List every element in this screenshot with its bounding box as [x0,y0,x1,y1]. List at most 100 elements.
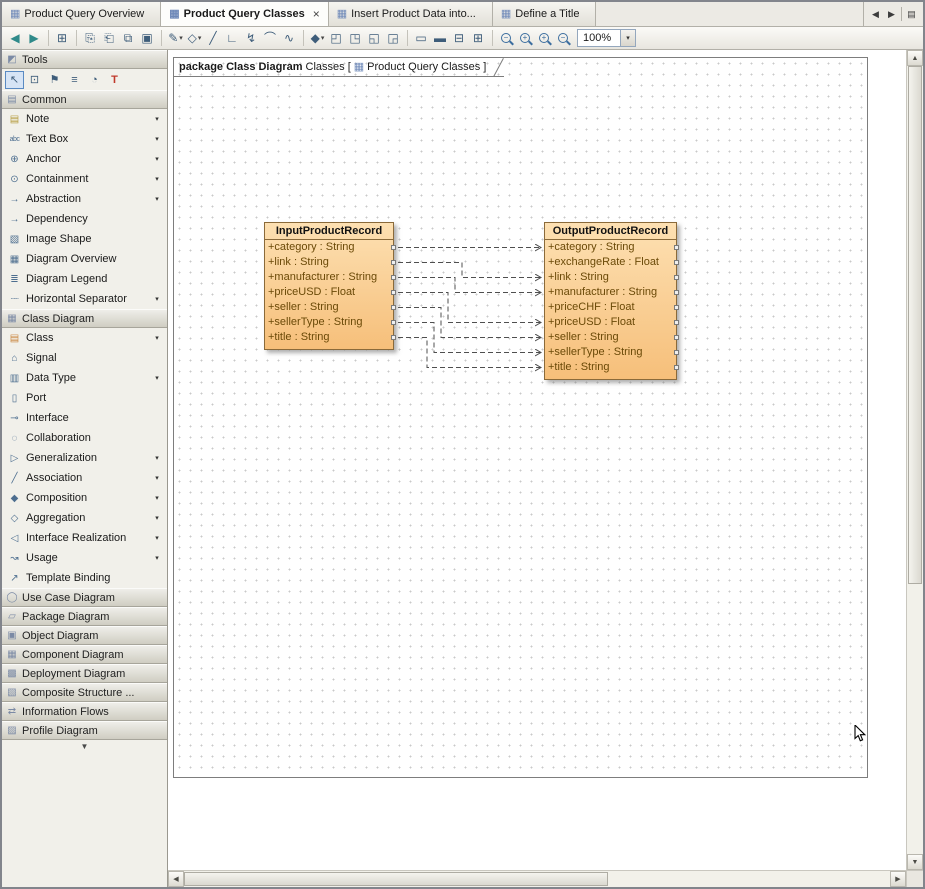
palette-item[interactable]: ┄┄ Horizontal Separator ▾ [2,289,167,309]
class-attribute[interactable]: +seller : String [545,330,676,345]
class-output-product-record[interactable]: OutputProductRecord +category : String +… [544,222,677,380]
align-tool-button[interactable]: ≡ [65,71,84,89]
palette-item[interactable]: ◆ Composition ▾ [2,488,167,508]
palette-item[interactable]: ╱ Association ▾ [2,468,167,488]
chevron-down-icon[interactable]: ▾ [153,534,161,542]
zoom-in-step-button[interactable]: + [535,29,554,48]
bring-to-front-button[interactable]: ◰ [327,29,346,48]
scroll-left-button[interactable]: ◀ [168,871,184,887]
editor-tab[interactable]: ▦ Define a Title [493,2,597,26]
palette-section-collapsed[interactable]: ▩ Deployment Diagram [2,664,167,683]
attribute-connector-port[interactable] [674,290,679,295]
palette-item[interactable]: ▤ Note ▾ [2,109,167,129]
same-width-button[interactable]: ▭ [412,29,431,48]
zoom-in-button[interactable]: + [516,29,535,48]
close-tab-icon[interactable]: × [313,7,320,21]
palette-section-collapsed[interactable]: ▦ Component Diagram [2,645,167,664]
class-attribute[interactable]: +priceUSD : Float [265,285,393,300]
forward-button[interactable]: ▶ [25,29,44,48]
attribute-connector-port[interactable] [391,275,396,280]
attribute-connector-port[interactable] [391,305,396,310]
class-attribute[interactable]: +priceCHF : Float [545,300,676,315]
palette-item[interactable]: ↝ Usage ▾ [2,548,167,568]
palette-section-tools[interactable]: ◩ Tools [2,50,167,69]
class-attribute[interactable]: +seller : String [265,300,393,315]
class-attribute[interactable]: +exchangeRate : Float [545,255,676,270]
class-attribute[interactable]: +link : String [265,255,393,270]
editor-tab[interactable]: ▦ Product Query Classes × [161,2,328,26]
palette-item[interactable]: ▯ Port [2,388,167,408]
class-attribute[interactable]: +manufacturer : String [265,270,393,285]
chevron-down-icon[interactable]: ▾ [153,474,161,482]
bring-forward-button[interactable]: ◳ [346,29,365,48]
format-painter-button[interactable]: ◆▾ [308,29,327,48]
palette-section-common[interactable]: ▤ Common [2,90,167,109]
scroll-down-button[interactable]: ▼ [907,854,923,870]
palette-item[interactable]: ⊕ Anchor ▾ [2,149,167,169]
palette-section-collapsed[interactable]: ◯ Use Case Diagram [2,588,167,607]
attribute-connector-port[interactable] [391,245,396,250]
paste-button[interactable]: ⎗ [100,29,119,48]
attribute-connector-port[interactable] [674,350,679,355]
diagram-canvas[interactable]: package Class Diagram Classes [ ▦ Produc… [168,50,906,870]
same-height-button[interactable]: ▬ [431,29,450,48]
scroll-right-button[interactable]: ▶ [890,871,906,887]
palette-section-collapsed[interactable]: ▱ Package Diagram [2,607,167,626]
chevron-down-icon[interactable]: ▾ [153,175,161,183]
attribute-connector-port[interactable] [391,260,396,265]
arc-button[interactable]: ⌒ [261,29,280,48]
cursor-tool-button[interactable]: ↖ [5,71,24,89]
palette-item[interactable]: ▧ Image Shape [2,229,167,249]
chevron-down-icon[interactable]: ▾ [153,195,161,203]
chevron-down-icon[interactable]: ▾ [153,374,161,382]
attribute-connector-port[interactable] [674,320,679,325]
tab-scroll-left-button[interactable]: ◀ [869,9,882,20]
class-attribute[interactable]: +priceUSD : Float [545,315,676,330]
class-attribute[interactable]: +manufacturer : String [545,285,676,300]
class-attribute[interactable]: +title : String [545,360,676,375]
class-attribute[interactable]: +category : String [545,240,676,255]
freehand-button[interactable]: ∿ [280,29,299,48]
horizontal-scroll-thumb[interactable] [184,872,608,886]
class-attribute[interactable]: +sellerType : String [265,315,393,330]
palette-section-collapsed[interactable]: ▣ Object Diagram [2,626,167,645]
palette-item[interactable]: → Dependency [2,209,167,229]
chevron-down-icon[interactable]: ▾ [153,295,161,303]
palette-item[interactable]: ▥ Data Type ▾ [2,368,167,388]
tab-list-button[interactable]: ▤ [905,9,918,20]
send-backward-button[interactable]: ◱ [365,29,384,48]
zoom-level-select[interactable]: 100% ▾ [577,29,636,47]
chevron-down-icon[interactable]: ▾ [153,514,161,522]
palette-item[interactable]: ◁ Interface Realization ▾ [2,528,167,548]
tab-scroll-right-button[interactable]: ▶ [885,9,898,20]
palette-item[interactable]: ⊙ Containment ▾ [2,169,167,189]
palette-item[interactable]: ⊸ Interface [2,408,167,428]
palette-item[interactable]: ⌂ Signal [2,348,167,368]
chevron-down-icon[interactable]: ▾ [620,30,635,46]
attribute-connector-port[interactable] [674,335,679,340]
marquee-tool-button[interactable]: ⊡ [25,71,44,89]
class-attribute[interactable]: +link : String [545,270,676,285]
chevron-down-icon[interactable]: ▾ [153,155,161,163]
palette-item[interactable]: abc Text Box ▾ [2,129,167,149]
editor-tab[interactable]: ▦ Product Query Overview [2,2,161,26]
duplicate-button[interactable]: ▣ [138,29,157,48]
palette-section-collapsed[interactable]: ▨ Profile Diagram [2,721,167,740]
attribute-connector-port[interactable] [674,365,679,370]
zoom-out-step-button[interactable]: − [554,29,573,48]
chevron-down-icon[interactable]: ▾ [153,494,161,502]
palette-item[interactable]: → Abstraction ▾ [2,189,167,209]
palette-item[interactable]: ◌ Collaboration [2,428,167,448]
shape-button[interactable]: ◇▾ [185,29,204,48]
palette-item[interactable]: ▤ Class ▾ [2,328,167,348]
class-attribute[interactable]: +sellerType : String [545,345,676,360]
stamp-tool-button[interactable]: ⚑ [45,71,64,89]
attribute-connector-port[interactable] [391,290,396,295]
palette-item[interactable]: ▷ Generalization ▾ [2,448,167,468]
open-specification-button[interactable]: ⊞ [53,29,72,48]
palette-item[interactable]: ↗ Template Binding [2,568,167,588]
zoom-out-button[interactable]: − [497,29,516,48]
vertical-scroll-thumb[interactable] [908,66,922,584]
palette-item[interactable]: ▦ Diagram Overview [2,249,167,269]
palette-item[interactable]: ◇ Aggregation ▾ [2,508,167,528]
